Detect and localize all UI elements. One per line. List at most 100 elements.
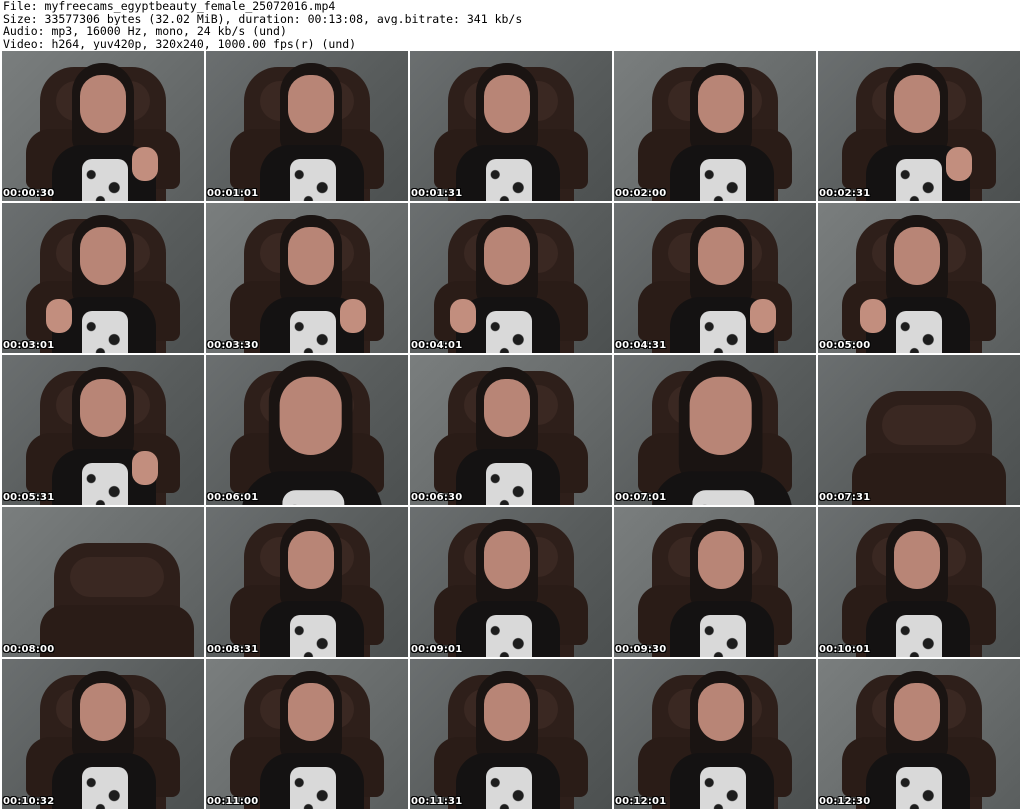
person [866,519,970,657]
armchair [40,543,194,657]
video-thumbnail[interactable]: 00:04:31 [614,203,816,353]
person [52,367,158,505]
hand [340,299,366,333]
thumbnail-frame [614,203,816,353]
thumbnail-frame [818,507,1020,657]
thumbnail-timestamp: 00:11:31 [411,796,463,807]
thumbnail-timestamp: 00:11:00 [207,796,259,807]
thumbnail-frame [410,507,612,657]
person [260,215,366,353]
thumbnail-timestamp: 00:05:00 [819,340,871,351]
person [456,671,560,809]
file-size-line: Size: 33577306 bytes (32.02 MiB), durati… [3,12,523,26]
video-thumbnail[interactable]: 00:01:31 [410,51,612,201]
hand [750,299,776,333]
person [46,215,156,353]
video-thumbnail[interactable]: 00:01:01 [206,51,408,201]
thumbnail-frame [206,203,408,353]
person [52,671,156,809]
person [866,63,972,201]
thumbnail-frame [206,659,408,809]
thumbnail-timestamp: 00:07:31 [819,492,871,503]
person [456,63,560,201]
thumbnail-timestamp: 00:01:31 [411,188,463,199]
thumbnail-timestamp: 00:04:01 [411,340,463,351]
person [456,367,560,505]
video-thumbnail[interactable]: 00:09:30 [614,507,816,657]
person [260,63,364,201]
thumbnail-frame [410,659,612,809]
thumbnail-frame [614,659,816,809]
thumbnail-timestamp: 00:00:30 [3,188,55,199]
thumbnail-frame [2,659,204,809]
video-thumbnail[interactable]: 00:02:31 [818,51,1020,201]
hand [132,451,158,485]
video-thumbnail[interactable]: 00:07:01 [614,355,816,505]
thumbnail-timestamp: 00:09:30 [615,644,667,655]
thumbnail-timestamp: 00:12:30 [819,796,871,807]
video-thumbnail[interactable]: 00:12:01 [614,659,816,809]
thumbnail-frame [410,355,612,505]
thumbnail-timestamp: 00:02:00 [615,188,667,199]
audio-info-line: Audio: mp3, 16000 Hz, mono, 24 kb/s (und… [3,25,287,38]
thumbnail-timestamp: 00:08:00 [3,644,55,655]
video-thumbnail[interactable]: 00:05:00 [818,203,1020,353]
video-thumbnail[interactable]: 00:04:01 [410,203,612,353]
thumbnail-timestamp: 00:09:01 [411,644,463,655]
thumbnail-frame [410,51,612,201]
video-thumbnail[interactable]: 00:08:00 [2,507,204,657]
thumbnail-frame [614,355,816,505]
video-thumbnail[interactable]: 00:07:31 [818,355,1020,505]
person [860,215,970,353]
thumbnail-frame [206,355,408,505]
video-thumbnail[interactable]: 00:03:01 [2,203,204,353]
thumbnail-frame [2,203,204,353]
thumbnail-frame [2,51,204,201]
hand [450,299,476,333]
thumbnail-frame [2,355,204,505]
person [260,671,364,809]
video-thumbnail[interactable]: 00:11:00 [206,659,408,809]
video-thumbnail[interactable]: 00:06:30 [410,355,612,505]
person [670,215,776,353]
thumbnail-frame [2,507,204,657]
thumbnail-frame [614,51,816,201]
file-info-header: File: myfreecams_egyptbeauty_female_2507… [3,0,1021,50]
thumbnail-timestamp: 00:12:01 [615,796,667,807]
thumbnail-timestamp: 00:03:01 [3,340,55,351]
person [456,519,560,657]
person [450,215,560,353]
video-thumbnail[interactable]: 00:02:00 [614,51,816,201]
thumbnail-grid: 00:00:30 00:01:01 00:01:31 00:02:00 00:02:31… [2,51,1022,810]
hand [132,147,158,181]
thumbnail-frame [818,659,1020,809]
thumbnail-timestamp: 00:06:01 [207,492,259,503]
armchair [852,391,1006,505]
video-thumbnail[interactable]: 00:03:30 [206,203,408,353]
video-thumbnail[interactable]: 00:06:01 [206,355,408,505]
thumbnail-timestamp: 00:01:01 [207,188,259,199]
video-info-line: Video: h264, yuv420p, 320x240, 1000.00 f… [3,37,357,51]
video-thumbnail[interactable]: 00:11:31 [410,659,612,809]
thumbnail-timestamp: 00:04:31 [615,340,667,351]
hand [46,299,72,333]
thumbnail-frame [410,203,612,353]
person [651,360,793,505]
hand [946,147,972,181]
person [670,63,774,201]
video-thumbnail[interactable]: 00:00:30 [2,51,204,201]
person [866,671,970,809]
thumbnail-frame [818,355,1020,505]
video-thumbnail[interactable]: 00:08:31 [206,507,408,657]
person [670,519,774,657]
video-thumbnail[interactable]: 00:12:30 [818,659,1020,809]
video-thumbnail[interactable]: 00:10:01 [818,507,1020,657]
person [260,519,364,657]
thumbnail-frame [206,507,408,657]
video-thumbnail[interactable]: 00:09:01 [410,507,612,657]
video-thumbnail[interactable]: 00:05:31 [2,355,204,505]
video-thumbnail[interactable]: 00:10:32 [2,659,204,809]
person [241,360,383,505]
thumbnail-timestamp: 00:03:30 [207,340,259,351]
thumbnail-timestamp: 00:06:30 [411,492,463,503]
